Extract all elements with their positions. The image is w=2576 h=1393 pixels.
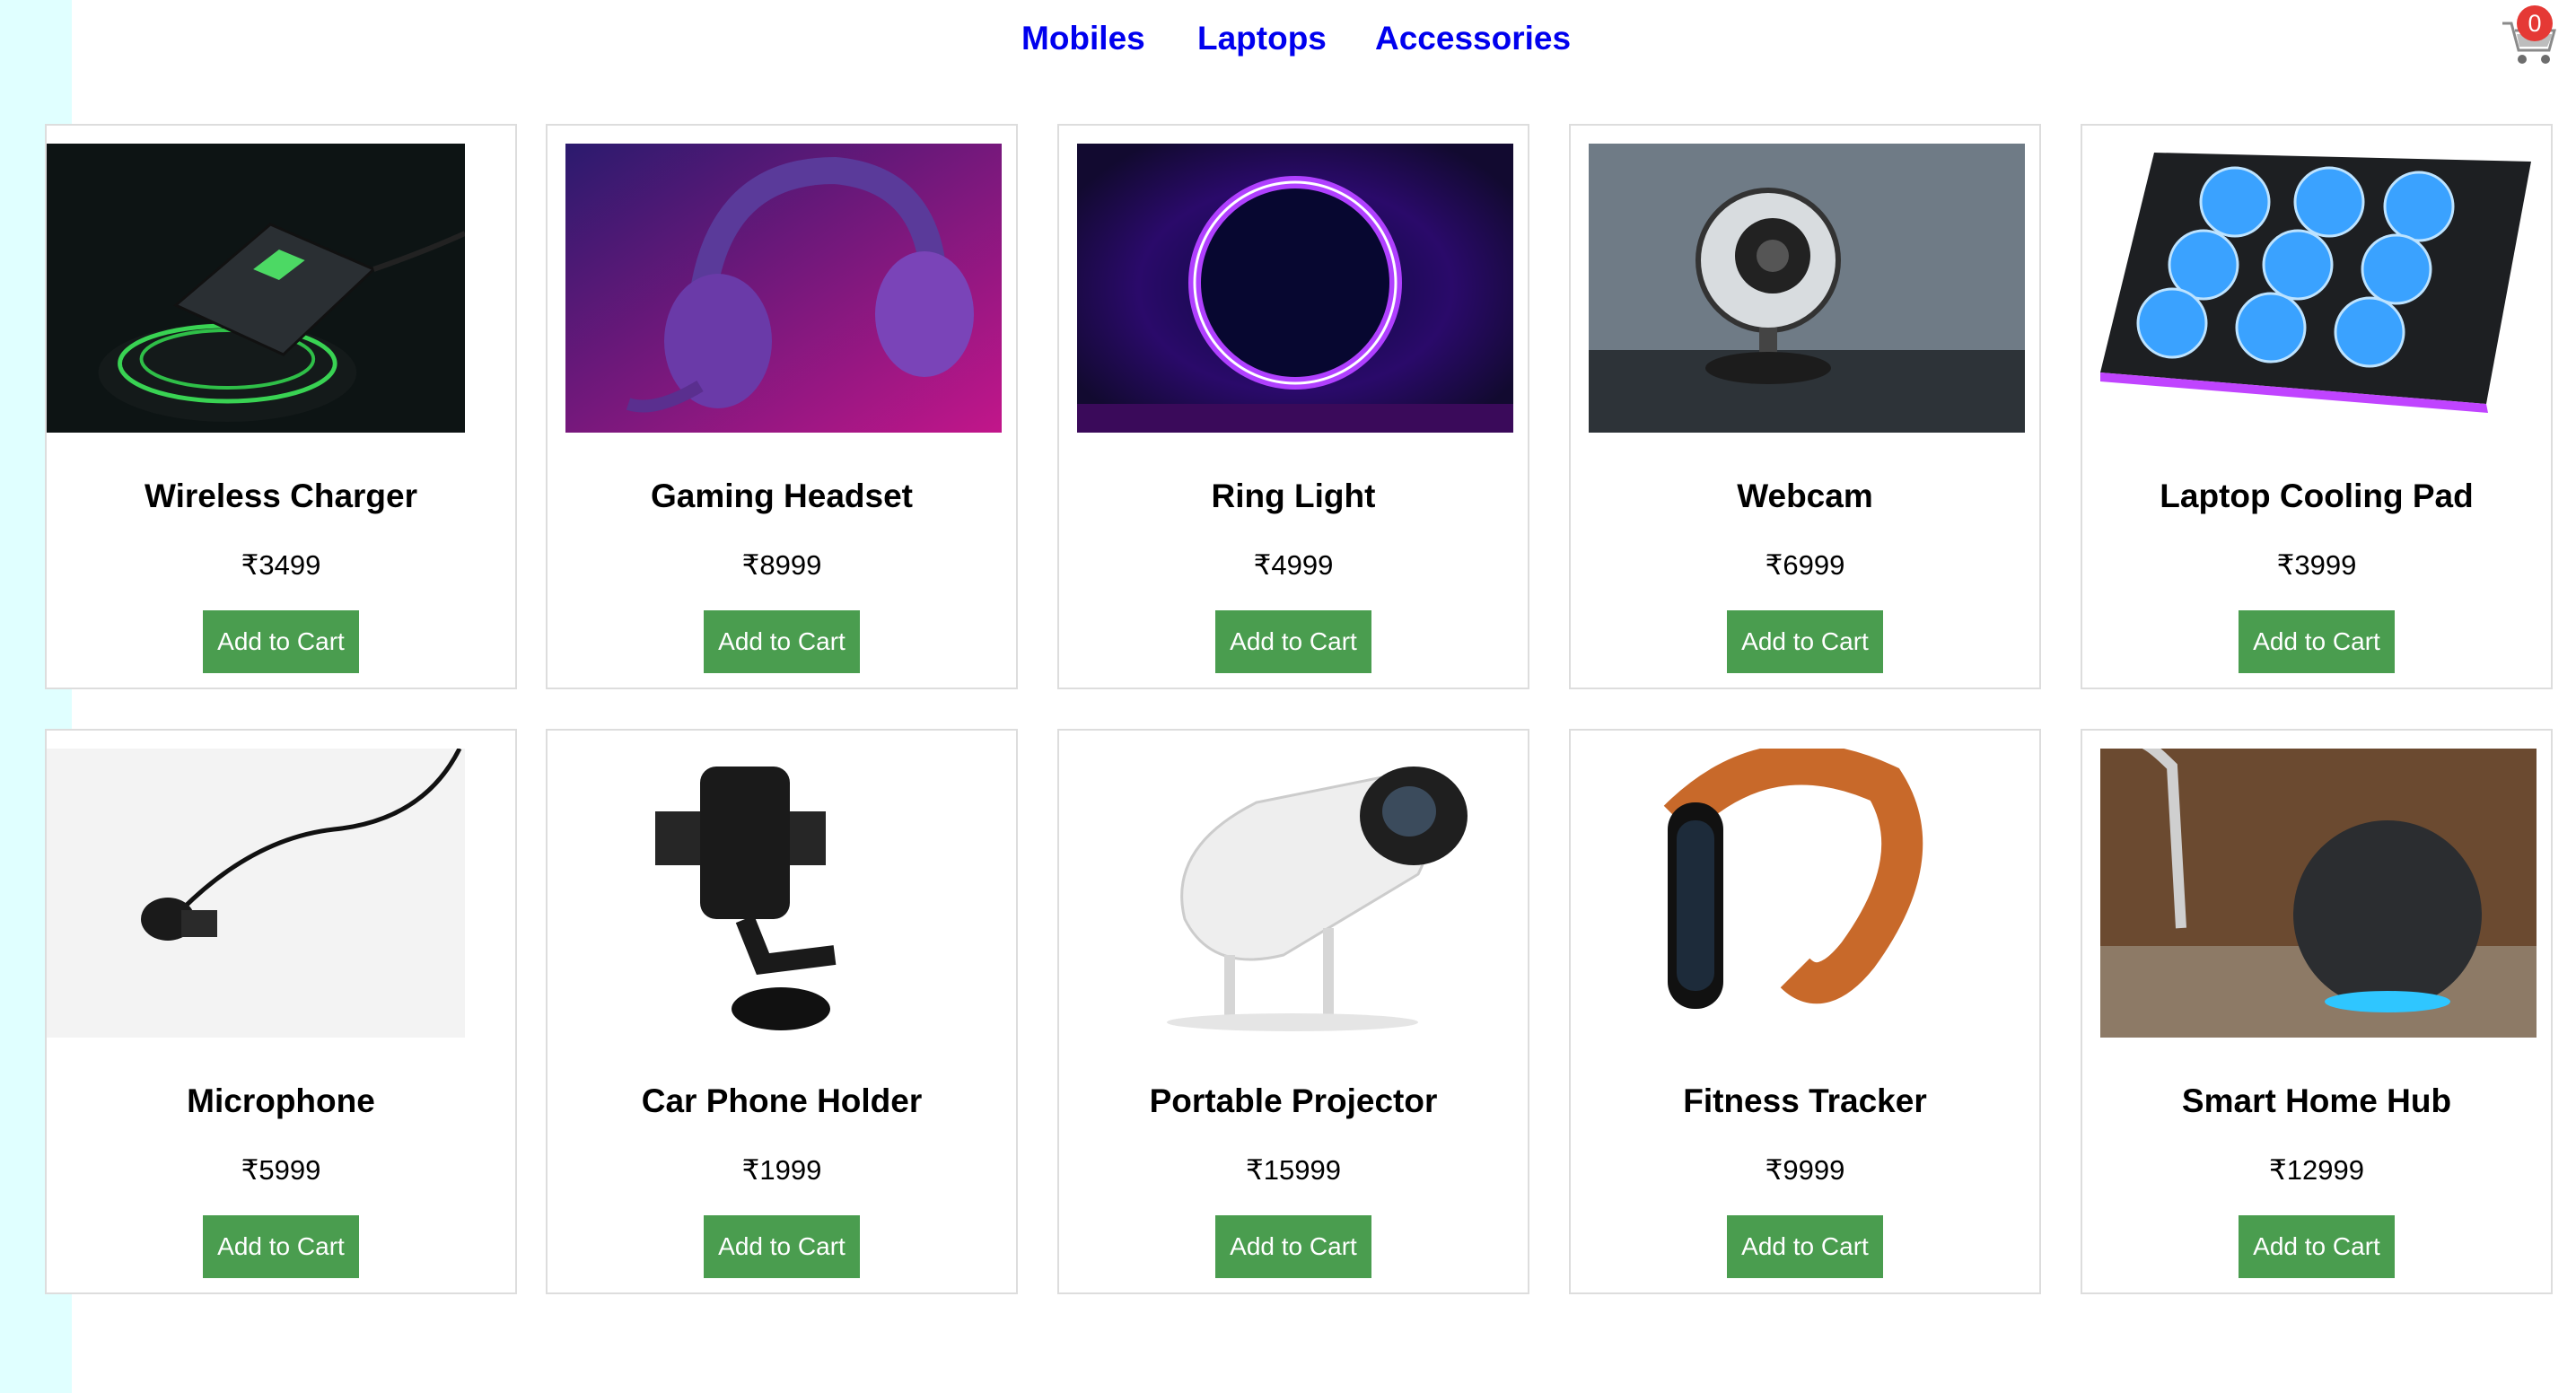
category-nav: Mobiles Laptops Accessories: [0, 20, 2576, 65]
add-to-cart-button[interactable]: Add to Cart: [2239, 1215, 2395, 1278]
product-price: ₹9999: [1765, 1154, 1845, 1186]
product-price: ₹3999: [2276, 549, 2357, 581]
product-price: ₹5999: [241, 1154, 321, 1186]
product-title: Wireless Charger: [144, 477, 418, 514]
nav-link-laptops[interactable]: Laptops: [1197, 20, 1327, 57]
product-price: ₹6999: [1765, 549, 1845, 581]
product-image-webcam: [1589, 144, 2025, 433]
product-title: Portable Projector: [1149, 1082, 1438, 1119]
product-title: Gaming Headset: [651, 477, 913, 514]
cart-count-badge: 0: [2517, 5, 2553, 41]
product-card: Ring Light ₹4999 Add to Cart: [1057, 124, 1529, 689]
product-card: Wireless Charger ₹3499 Add to Cart: [45, 124, 517, 689]
product-title: Laptop Cooling Pad: [2160, 477, 2474, 514]
product-image-microphone: [47, 749, 465, 1038]
product-image-wireless-charger: [47, 144, 465, 433]
add-to-cart-button[interactable]: Add to Cart: [704, 610, 860, 673]
product-price: ₹4999: [1253, 549, 1334, 581]
add-to-cart-button[interactable]: Add to Cart: [2239, 610, 2395, 673]
product-price: ₹15999: [1246, 1154, 1341, 1186]
product-title: Smart Home Hub: [2181, 1082, 2452, 1119]
add-to-cart-button[interactable]: Add to Cart: [1215, 610, 1371, 673]
product-image-smart-home-hub: [2100, 749, 2537, 1038]
product-image-laptop-cooling-pad: [2100, 144, 2537, 433]
product-title: Car Phone Holder: [641, 1082, 923, 1119]
add-to-cart-button[interactable]: Add to Cart: [704, 1215, 860, 1278]
product-image-ring-light: [1077, 144, 1513, 433]
product-price: ₹8999: [741, 549, 822, 581]
product-price: ₹1999: [741, 1154, 822, 1186]
product-image-fitness-tracker: [1589, 749, 2025, 1038]
product-price: ₹12999: [2269, 1154, 2364, 1186]
product-title: Microphone: [187, 1082, 375, 1119]
add-to-cart-button[interactable]: Add to Cart: [1727, 1215, 1883, 1278]
product-title: Fitness Tracker: [1683, 1082, 1927, 1119]
product-card: Gaming Headset ₹8999 Add to Cart: [546, 124, 1018, 689]
product-price: ₹3499: [241, 549, 321, 581]
add-to-cart-button[interactable]: Add to Cart: [203, 1215, 359, 1278]
product-title: Ring Light: [1211, 477, 1376, 514]
add-to-cart-button[interactable]: Add to Cart: [203, 610, 359, 673]
product-card: Smart Home Hub ₹12999 Add to Cart: [2081, 729, 2553, 1294]
product-image-portable-projector: [1077, 749, 1513, 1038]
product-image-car-phone-holder: [565, 749, 1002, 1038]
product-title: Webcam: [1737, 477, 1873, 514]
add-to-cart-button[interactable]: Add to Cart: [1727, 610, 1883, 673]
product-card: Laptop Cooling Pad ₹3999 Add to Cart: [2081, 124, 2553, 689]
product-card: Webcam ₹6999 Add to Cart: [1569, 124, 2041, 689]
product-card: Microphone ₹5999 Add to Cart: [45, 729, 517, 1294]
product-card: Portable Projector ₹15999 Add to Cart: [1057, 729, 1529, 1294]
product-card: Car Phone Holder ₹1999 Add to Cart: [546, 729, 1018, 1294]
add-to-cart-button[interactable]: Add to Cart: [1215, 1215, 1371, 1278]
product-card: Fitness Tracker ₹9999 Add to Cart: [1569, 729, 2041, 1294]
product-image-gaming-headset: [565, 144, 1002, 433]
nav-link-accessories[interactable]: Accessories: [1375, 20, 1571, 57]
nav-link-mobiles[interactable]: Mobiles: [1021, 20, 1145, 57]
